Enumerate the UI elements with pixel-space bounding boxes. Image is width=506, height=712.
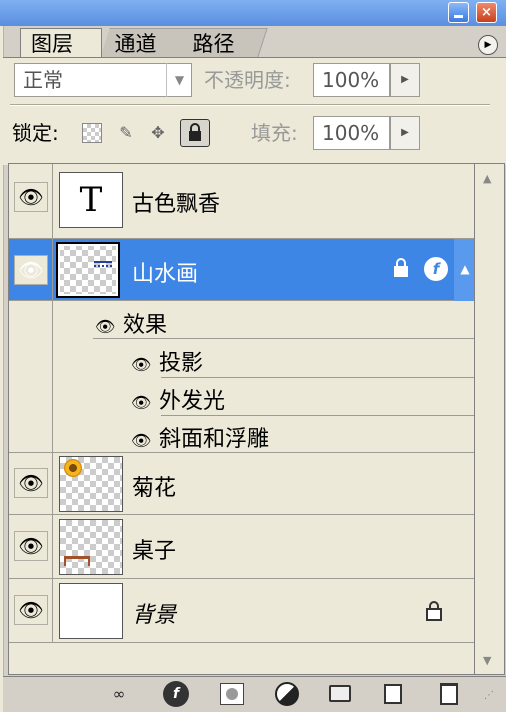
thumbnail-art (94, 261, 112, 267)
fill-stepper-button[interactable]: ▶ (390, 116, 420, 150)
layer-name: 背景 (132, 603, 177, 628)
adjustment-icon[interactable] (275, 682, 299, 706)
trash-icon[interactable] (440, 683, 458, 705)
tab-layers[interactable]: 图层 (20, 28, 102, 58)
resize-grip[interactable]: ⋰ (484, 690, 494, 701)
layer-row[interactable]: 👁 T 古色飘香 (9, 164, 474, 239)
eye-icon[interactable]: 👁 (14, 468, 48, 498)
layer-thumbnail (59, 519, 123, 575)
layer-thumbnail (56, 242, 120, 298)
eye-icon[interactable]: 👁 (14, 531, 48, 561)
effects-divider (161, 377, 474, 378)
layer-name: 菊花 (132, 476, 177, 501)
lock-all-icon[interactable] (180, 119, 210, 147)
effect-item[interactable]: 👁 投影 (131, 345, 203, 377)
effects-label: 效果 (123, 313, 168, 338)
lock-icon (391, 257, 411, 279)
opacity-label: 不透明度: (204, 68, 291, 92)
opacity-stepper-button[interactable]: ▶ (390, 63, 420, 97)
layer-row[interactable]: 👁 桌子 (9, 515, 474, 579)
eye-icon[interactable]: 👁 (131, 393, 159, 412)
new-layer-icon[interactable] (384, 684, 402, 704)
minimize-button[interactable] (448, 2, 469, 23)
layer-thumbnail (59, 583, 123, 639)
window-title-strip (0, 0, 506, 26)
opacity-input[interactable]: 100% (313, 63, 390, 97)
tab-paths[interactable]: 路径 (178, 28, 268, 58)
effects-divider (93, 338, 474, 339)
layer-name: 山水画 (132, 262, 199, 287)
lock-transparent-pixels-icon[interactable] (82, 123, 102, 143)
effect-label: 投影 (159, 351, 204, 376)
lock-label: 锁定: (12, 121, 59, 145)
layer-list-scrollbar[interactable] (475, 163, 505, 675)
flower-thumbnail-art (64, 459, 82, 477)
expand-effects-arrow[interactable]: ▲ (454, 239, 474, 301)
layer-row-selected[interactable]: 👁 山水画 f ▲ (9, 239, 474, 301)
effect-item[interactable]: 👁 外发光 (131, 383, 225, 415)
folder-icon[interactable] (329, 685, 351, 702)
eye-icon[interactable]: 👁 (131, 355, 159, 374)
lock-image-pixels-icon[interactable]: ✎ (114, 121, 138, 145)
fill-input[interactable]: 100% (313, 116, 390, 150)
eye-icon[interactable]: 👁 (95, 317, 123, 336)
tab-channels-label: 通道 (114, 32, 157, 56)
visibility-column (9, 301, 53, 452)
link-icon[interactable]: ∞ (104, 681, 134, 707)
layer-name: 桌子 (132, 539, 177, 564)
fx-icon[interactable]: f (163, 681, 189, 707)
lock-position-icon[interactable]: ✥ (146, 121, 170, 145)
layers-toolbar (3, 676, 506, 712)
effect-item[interactable]: 👁 斜面和浮雕 (131, 421, 269, 453)
panel-menu-button[interactable]: ▶ (478, 35, 498, 55)
eye-icon[interactable]: 👁 (14, 182, 48, 212)
fx-icon[interactable]: f (424, 257, 448, 281)
effects-group: 👁 效果 👁 投影 👁 外发光 👁 斜面和浮雕 (9, 301, 474, 453)
blend-mode-value: 正常 (23, 68, 63, 92)
desk-thumbnail-art (64, 556, 90, 566)
layer-list: 👁 T 古色飘香 👁 山水画 f ▲ 👁 效果 👁 投影 👁 外发光 👁 斜面和浮雕 👁… (8, 163, 475, 675)
close-button[interactable]: × (476, 2, 497, 23)
options-divider (10, 104, 490, 106)
layer-thumbnail (59, 456, 123, 512)
eye-icon[interactable]: 👁 (14, 595, 48, 625)
chevron-down-icon[interactable]: ▼ (166, 63, 192, 97)
fill-label: 填充: (251, 121, 298, 145)
effect-label: 外发光 (159, 389, 226, 414)
effects-item[interactable]: 👁 效果 (95, 307, 167, 339)
layer-row[interactable]: 👁 背景 (9, 579, 474, 643)
scroll-down-arrow[interactable]: ▼ (483, 654, 491, 667)
mask-icon[interactable] (220, 683, 244, 705)
effect-label: 斜面和浮雕 (159, 427, 270, 452)
layer-row[interactable]: 👁 菊花 (9, 453, 474, 515)
eye-icon[interactable]: 👁 (14, 255, 48, 285)
tab-layers-label: 图层 (31, 32, 73, 56)
effects-divider (161, 415, 474, 416)
layer-thumbnail: T (59, 172, 123, 228)
lock-icon (425, 601, 443, 621)
tab-channels[interactable]: 通道 (100, 28, 192, 58)
layer-name: 古色飘香 (132, 192, 221, 217)
tab-paths-label: 路径 (192, 32, 235, 56)
eye-icon[interactable]: 👁 (131, 431, 159, 450)
scroll-up-arrow[interactable]: ▲ (483, 172, 491, 185)
